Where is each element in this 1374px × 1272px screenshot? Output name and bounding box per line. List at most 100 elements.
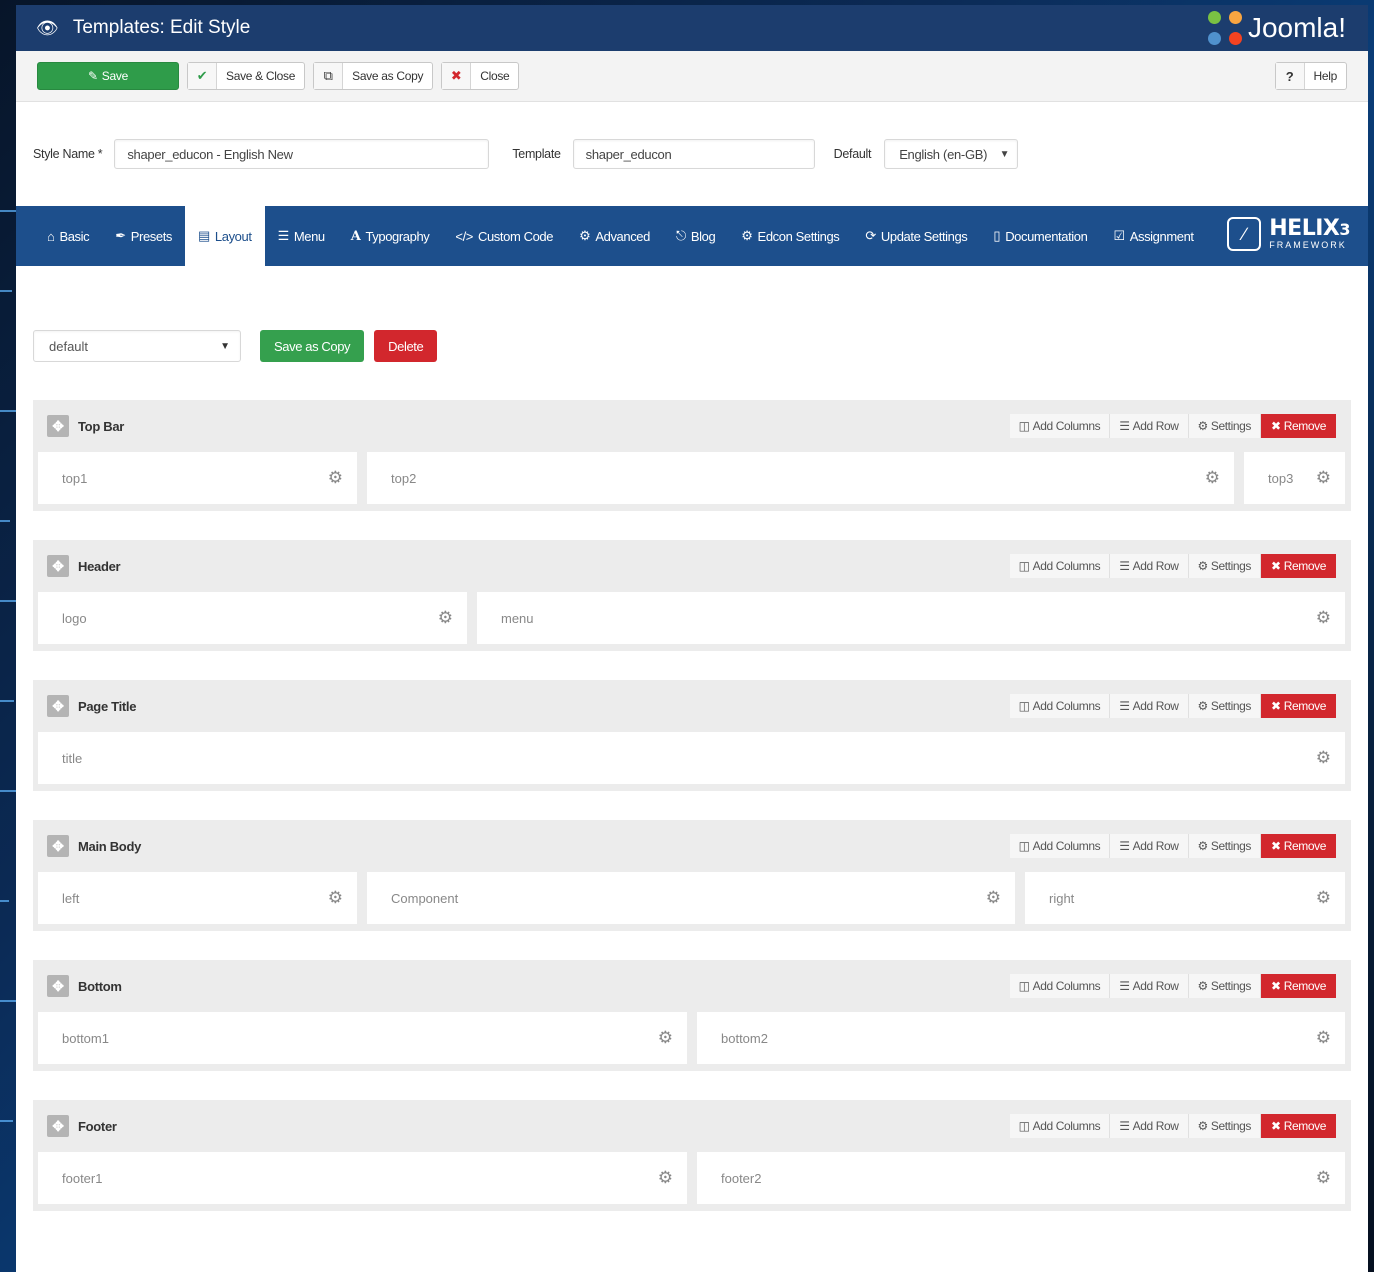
layout-column[interactable]: footer1 ⚙ <box>38 1152 687 1204</box>
remove-row-button[interactable]: ✖ Remove <box>1261 1114 1336 1138</box>
add-row-button[interactable]: ☰ Add Row <box>1110 974 1189 998</box>
row-settings-button[interactable]: ⚙ Settings <box>1188 414 1262 438</box>
helix-logo: ∕ HELIX3 FRAMEWORK <box>1227 217 1350 251</box>
row-title: Bottom <box>78 978 122 994</box>
column-label: left <box>62 890 80 906</box>
move-icon[interactable]: ✥ <box>47 975 69 997</box>
remove-row-button[interactable]: ✖ Remove <box>1261 694 1336 718</box>
add-row-button[interactable]: ☰ Add Row <box>1110 1114 1189 1138</box>
layout-column[interactable]: footer2 ⚙ <box>697 1152 1345 1204</box>
layout-column[interactable]: Component ⚙ <box>367 872 1015 924</box>
remove-row-button[interactable]: ✖ Remove <box>1261 414 1336 438</box>
layout-delete-button[interactable]: Delete <box>374 330 438 362</box>
row-settings-button[interactable]: ⚙ Settings <box>1188 694 1262 718</box>
column-settings-icon[interactable]: ⚙ <box>658 1168 673 1188</box>
add-columns-button[interactable]: ◫ Add Columns <box>1009 974 1111 998</box>
column-settings-icon[interactable]: ⚙ <box>1316 748 1331 768</box>
save-button[interactable]: ✎ Save <box>37 62 179 90</box>
move-icon[interactable]: ✥ <box>47 695 69 717</box>
column-settings-icon[interactable]: ⚙ <box>1316 1028 1331 1048</box>
layout-row: ✥ Header ◫ Add Columns ☰ Add Row ⚙ Settings… <box>33 540 1351 651</box>
tab-label: Layout <box>214 228 252 244</box>
layout-column[interactable]: top1 ⚙ <box>38 452 357 504</box>
remove-label: Remove <box>1283 559 1327 573</box>
layout-column[interactable]: top2 ⚙ <box>367 452 1234 504</box>
tab-label: Basic <box>59 228 90 244</box>
tab-assignment[interactable]: ☑ Assignment <box>1100 206 1206 266</box>
tab-label: Blog <box>690 228 716 244</box>
add-columns-label: Add Columns <box>1032 559 1101 573</box>
column-settings-icon[interactable]: ⚙ <box>986 888 1001 908</box>
style-name-input[interactable]: shaper_educon - English New <box>114 139 490 169</box>
tab-layout[interactable]: ▤ Layout <box>185 206 265 266</box>
add-columns-button[interactable]: ◫ Add Columns <box>1009 694 1111 718</box>
move-icon[interactable]: ✥ <box>47 415 69 437</box>
layout-column[interactable]: bottom2 ⚙ <box>697 1012 1345 1064</box>
row-title: Page Title <box>78 698 137 714</box>
remove-row-button[interactable]: ✖ Remove <box>1261 974 1336 998</box>
joomla-logo[interactable]: Joomla! <box>1207 11 1346 45</box>
column-settings-icon[interactable]: ⚙ <box>1316 608 1331 628</box>
move-icon[interactable]: ✥ <box>47 835 69 857</box>
column-settings-icon[interactable]: ⚙ <box>1205 468 1220 488</box>
add-columns-button[interactable]: ◫ Add Columns <box>1009 834 1111 858</box>
remove-row-button[interactable]: ✖ Remove <box>1261 554 1336 578</box>
tab-advanced[interactable]: ⚙ Advanced <box>566 206 663 266</box>
row-actions: ◫ Add Columns ☰ Add Row ⚙ Settings ✖ Remove <box>1009 414 1336 438</box>
column-settings-icon[interactable]: ⚙ <box>328 888 343 908</box>
tab-menu[interactable]: ☰ Menu <box>265 206 338 266</box>
layout-column[interactable]: top3 ⚙ <box>1244 452 1345 504</box>
layout-save-copy-button[interactable]: Save as Copy <box>260 330 365 362</box>
column-settings-icon[interactable]: ⚙ <box>438 608 453 628</box>
tab-update-settings[interactable]: ⟳ Update Settings <box>852 206 980 266</box>
column-settings-icon[interactable]: ⚙ <box>1316 888 1331 908</box>
tab-documentation[interactable]: ▯ Documentation <box>980 206 1100 266</box>
move-icon[interactable]: ✥ <box>47 1115 69 1137</box>
layout-column[interactable]: right ⚙ <box>1025 872 1345 924</box>
add-row-button[interactable]: ☰ Add Row <box>1110 554 1189 578</box>
add-row-button[interactable]: ☰ Add Row <box>1110 834 1189 858</box>
template-input[interactable]: shaper_educon <box>572 139 815 169</box>
save-close-button[interactable]: ✔ Save & Close <box>187 62 306 90</box>
layout-column[interactable]: logo ⚙ <box>38 592 467 644</box>
add-row-button[interactable]: ☰ Add Row <box>1110 414 1189 438</box>
column-settings-icon[interactable]: ⚙ <box>1316 1168 1331 1188</box>
help-button[interactable]: ? Help <box>1274 62 1347 90</box>
column-label: bottom1 <box>62 1030 109 1046</box>
save-copy-button[interactable]: ⧉ Save as Copy <box>313 62 434 90</box>
row-settings-button[interactable]: ⚙ Settings <box>1188 974 1262 998</box>
default-label: Default <box>833 147 872 161</box>
layout-column[interactable]: bottom1 ⚙ <box>38 1012 687 1064</box>
move-icon[interactable]: ✥ <box>47 555 69 577</box>
row-settings-button[interactable]: ⚙ Settings <box>1188 1114 1262 1138</box>
layout-select[interactable]: default ▼ <box>33 330 241 362</box>
tab-label: Advanced <box>595 228 650 244</box>
tab-blog[interactable]: ⎋ Blog <box>663 206 728 266</box>
add-columns-button[interactable]: ◫ Add Columns <box>1009 554 1111 578</box>
row-title: Main Body <box>78 838 142 854</box>
tab-basic[interactable]: ⌂ Basic <box>34 206 102 266</box>
row-settings-button[interactable]: ⚙ Settings <box>1188 554 1262 578</box>
column-settings-icon[interactable]: ⚙ <box>328 468 343 488</box>
settings-label: Settings <box>1210 1119 1252 1133</box>
close-button[interactable]: ✖ Close <box>441 62 520 90</box>
add-columns-button[interactable]: ◫ Add Columns <box>1009 414 1111 438</box>
add-row-button[interactable]: ☰ Add Row <box>1110 694 1189 718</box>
tab-presets[interactable]: ✒ Presets <box>102 206 185 266</box>
add-columns-label: Add Columns <box>1032 419 1101 433</box>
column-settings-icon[interactable]: ⚙ <box>658 1028 673 1048</box>
template-value: shaper_educon <box>585 146 672 162</box>
bars-icon: ☰ <box>1119 1119 1130 1133</box>
columns-icon: ◫ <box>1018 559 1030 573</box>
layout-column[interactable]: left ⚙ <box>38 872 357 924</box>
default-select[interactable]: English (en-GB) ▼ <box>884 139 1019 169</box>
column-settings-icon[interactable]: ⚙ <box>1316 468 1331 488</box>
tab-typography[interactable]: A Typography <box>338 206 443 266</box>
tab-custom-code[interactable]: </> Custom Code <box>442 206 566 266</box>
remove-row-button[interactable]: ✖ Remove <box>1261 834 1336 858</box>
row-settings-button[interactable]: ⚙ Settings <box>1188 834 1262 858</box>
layout-column[interactable]: title ⚙ <box>38 732 1345 784</box>
add-columns-button[interactable]: ◫ Add Columns <box>1009 1114 1111 1138</box>
tab-edcon-settings[interactable]: ⚙ Edcon Settings <box>728 206 852 266</box>
layout-column[interactable]: menu ⚙ <box>477 592 1345 644</box>
